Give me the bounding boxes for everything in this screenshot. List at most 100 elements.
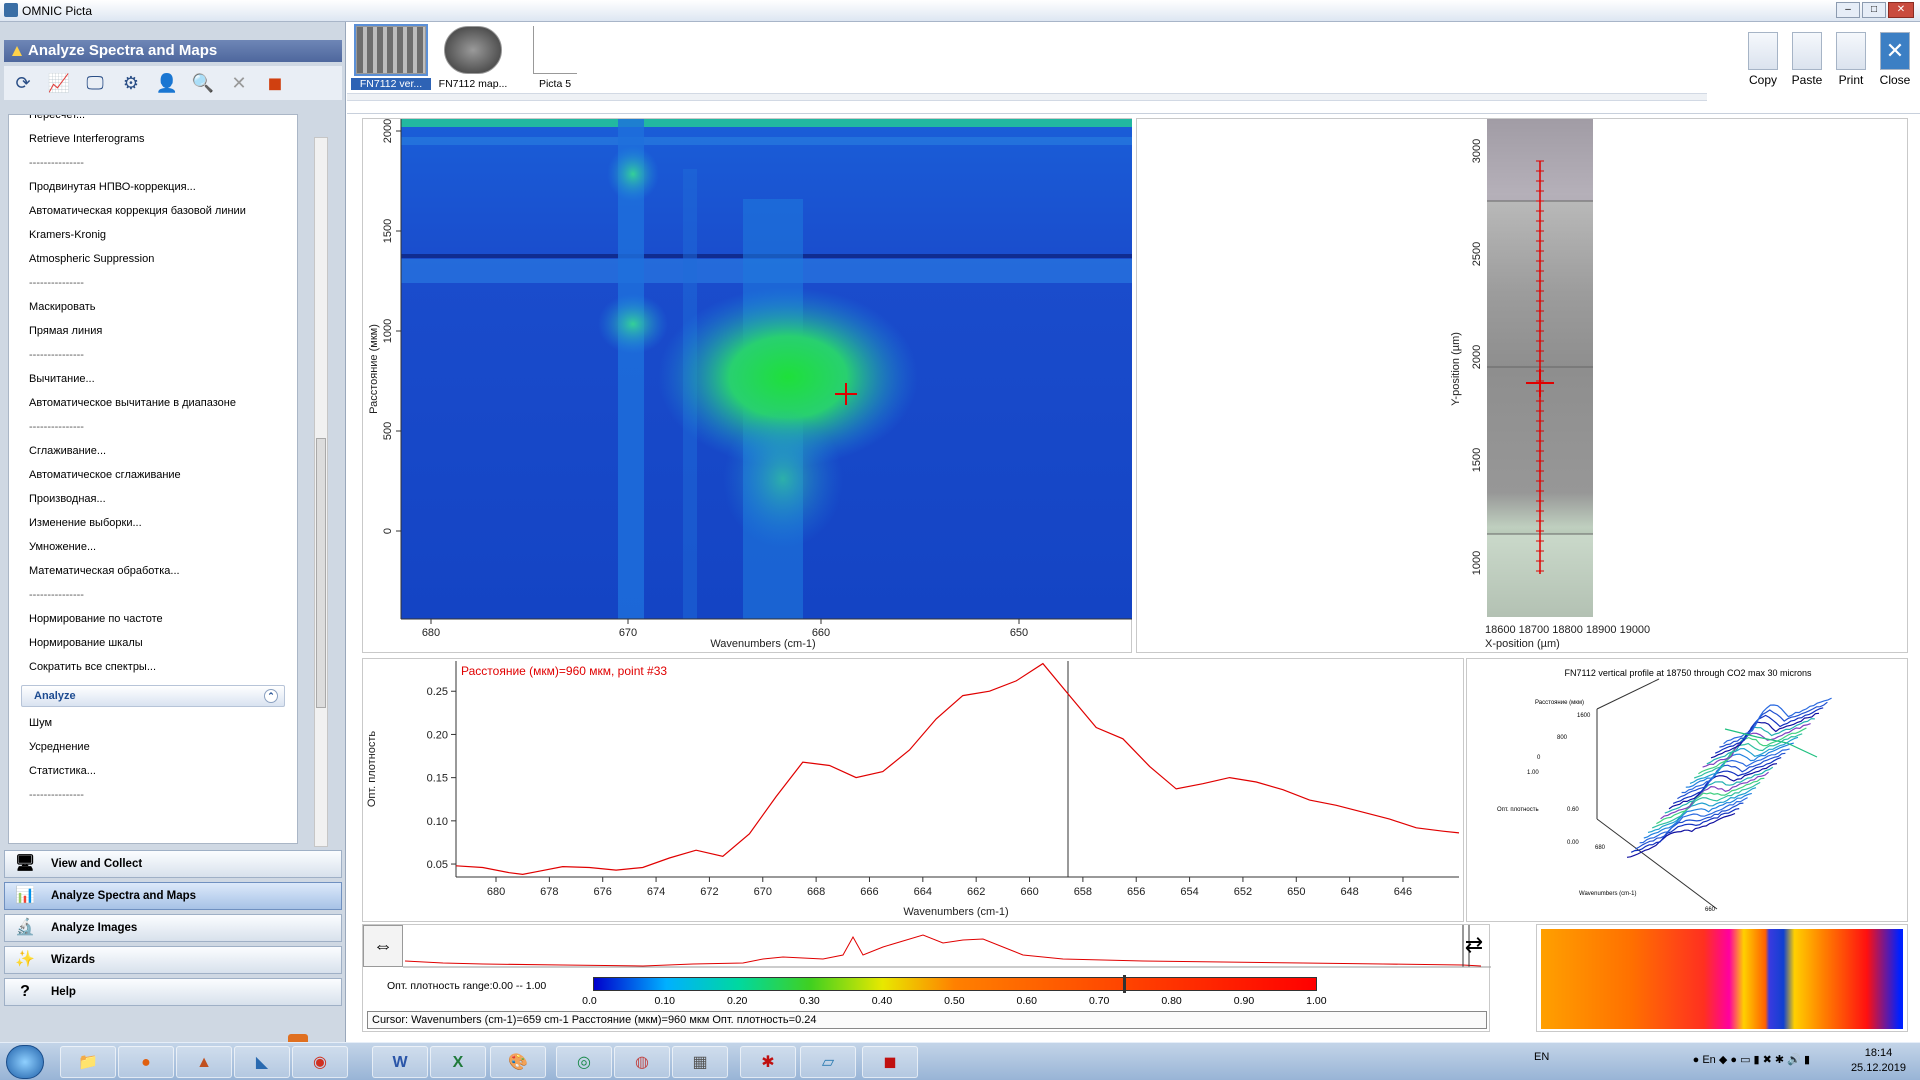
collapse-chevron-icon[interactable]: ⌃	[264, 689, 278, 703]
command-item[interactable]: Kramers-Kronig	[9, 223, 297, 247]
command-list: Пересчет... Retrieve Interferograms ------…	[8, 114, 298, 844]
spectrum-panel[interactable]: 0.25 0.20 0.15 0.10 0.05 680 678 676 674 672 670 6…	[362, 658, 1464, 922]
app-icon-chart[interactable]: ◣	[234, 1046, 290, 1078]
monitor-icon: 🖥	[13, 853, 37, 875]
colorbar-tick-label: 0.50	[944, 995, 964, 1007]
paint-icon[interactable]: 🎨	[490, 1046, 546, 1078]
command-item[interactable]: Усреднение	[9, 735, 297, 759]
image-panel[interactable]: 3000 2500 2000 1500 1000 Y-position (µm) 186…	[1136, 118, 1908, 653]
close-window-button[interactable]: ✕	[1888, 2, 1914, 18]
command-item[interactable]: Нормирование шкалы	[9, 631, 297, 655]
colorbar-handle[interactable]	[1123, 975, 1126, 993]
image-x-ticks: 18600 18700 18800 18900 19000	[1485, 624, 1650, 636]
start-button[interactable]	[6, 1045, 44, 1079]
map-x-tick-label: 680	[422, 627, 440, 639]
refresh-icon[interactable]: ⟳	[8, 69, 38, 97]
scrollbar-thumb[interactable]	[316, 438, 326, 708]
command-item[interactable]: Производная...	[9, 487, 297, 511]
search-icon[interactable]: 🔍	[188, 69, 218, 97]
command-item[interactable]: Atmospheric Suppression	[9, 247, 297, 271]
colorbar-tick-label: 0.90	[1234, 995, 1254, 1007]
spectrum-y-tick-label: 0.20	[427, 729, 448, 741]
command-list-scrollbar[interactable]	[314, 137, 328, 847]
close-doc-button[interactable]: ✕ Close	[1875, 32, 1915, 87]
command-item[interactable]: Сократить все спектры...	[9, 655, 297, 679]
app-icon-doc[interactable]: ▱	[800, 1046, 856, 1078]
map-hotspot	[723, 409, 843, 549]
copy-button[interactable]: Copy	[1743, 32, 1783, 87]
word-icon[interactable]: W	[372, 1046, 428, 1078]
command-item[interactable]: Шум	[9, 711, 297, 735]
icd-icon[interactable]: ◎	[556, 1046, 612, 1078]
command-item[interactable]: Маскировать	[9, 295, 297, 319]
spectrum-annotation: Расстояние (мкм)=960 мкм, point #33	[461, 664, 667, 678]
user-icon[interactable]: 👤	[152, 69, 182, 97]
image-y-tick-label: 2000	[1471, 345, 1483, 369]
thumb-picta[interactable]: Picta 5	[515, 26, 595, 90]
paste-button[interactable]: Paste	[1787, 32, 1827, 87]
plot3d-label: 660	[1705, 907, 1716, 913]
settings-icon[interactable]: ⚙	[116, 69, 146, 97]
nav-view-and-collect[interactable]: 🖥 View and Collect	[4, 850, 342, 878]
command-item[interactable]: Умножение...	[9, 535, 297, 559]
plot3d-label: 0.60	[1567, 807, 1579, 813]
firefox-icon[interactable]: ●	[118, 1046, 174, 1078]
nav-label: Analyze Spectra and Maps	[51, 890, 196, 902]
command-item[interactable]: Retrieve Interferograms	[9, 127, 297, 151]
command-item[interactable]: Вычитание...	[9, 367, 297, 391]
maximize-button[interactable]: □	[1862, 2, 1886, 18]
command-item[interactable]: Изменение выборки...	[9, 511, 297, 535]
nav-help[interactable]: ? Help	[4, 978, 342, 1006]
heatmap-thumbnail[interactable]	[1536, 924, 1908, 1032]
thumb-map[interactable]: FN7112 map...	[433, 26, 513, 90]
plot3d-panel[interactable]: FN7112 vertical profile at 18750 through…	[1466, 658, 1908, 922]
command-item[interactable]: Автоматическая коррекция базовой линии	[9, 199, 297, 223]
chrome-icon[interactable]: ◉	[292, 1046, 348, 1078]
print-label: Print	[1839, 73, 1864, 87]
group-analyze[interactable]: Analyze ⌃	[21, 685, 285, 707]
display-icon[interactable]: 🖵	[80, 69, 110, 97]
command-item[interactable]: Автоматическое сглаживание	[9, 463, 297, 487]
app-icon-round[interactable]: ◍	[614, 1046, 670, 1078]
command-item[interactable]: Прямая линия	[9, 319, 297, 343]
close-label: Close	[1880, 73, 1911, 87]
thumb-profile[interactable]: FN7112 ver...	[351, 26, 431, 90]
colorbar-tick-label: 0.0	[582, 995, 597, 1007]
tray-icons[interactable]: ● En ◆ ● ▭ ▮ ✖ ✱ 🔊 ▮	[1693, 1053, 1810, 1066]
command-item[interactable]: Пересчет...	[9, 114, 297, 127]
command-item[interactable]: Продвинутая НПВО-коррекция...	[9, 175, 297, 199]
command-item[interactable]: Математическая обработка...	[9, 559, 297, 583]
image-y-tick-label: 1500	[1471, 448, 1483, 472]
overview-colorbar-panel[interactable]: ⇔ ⇄ Опт. плотность range:0.00 -- 1.00 0.…	[362, 924, 1490, 1032]
language-indicator[interactable]: EN	[1534, 1051, 1549, 1063]
print-button[interactable]: Print	[1831, 32, 1871, 87]
command-item[interactable]: Статистика...	[9, 759, 297, 783]
strip-scrollbar[interactable]	[347, 93, 1707, 101]
command-item[interactable]: Автоматическое вычитание в диапазоне	[9, 391, 297, 415]
panel-toolbar: ⟳ 📈 🖵 ⚙ 👤 🔍 ✕ ◼	[4, 66, 342, 100]
nav-wizards[interactable]: ✨ Wizards	[4, 946, 342, 974]
wand-icon: ✨	[13, 949, 37, 971]
spectra-icon[interactable]: 📈	[44, 69, 74, 97]
file-explorer-icon[interactable]: 📁	[60, 1046, 116, 1078]
map-panel[interactable]: 2000 1500 1000 500 0 680 670 660 650 Wavenumber…	[362, 118, 1132, 653]
palette-icon[interactable]: ◼	[260, 69, 290, 97]
pdf-icon[interactable]: ◼	[862, 1046, 918, 1078]
excel-icon[interactable]: X	[430, 1046, 486, 1078]
calculator-icon[interactable]: ▦	[672, 1046, 728, 1078]
minimize-button[interactable]: –	[1836, 2, 1860, 18]
image-y-ticks: 30002500200015001000	[1471, 139, 1483, 575]
omnic-icon[interactable]: ▲	[176, 1046, 232, 1078]
nav-analyze-spectra[interactable]: 📊 Analyze Spectra and Maps	[4, 882, 342, 910]
colorbar-tick-label: 0.60	[1017, 995, 1037, 1007]
command-item[interactable]: Нормирование по частоте	[9, 607, 297, 631]
delete-icon[interactable]: ✕	[224, 69, 254, 97]
plot3d-label: 800	[1557, 735, 1568, 741]
colorbar[interactable]	[593, 977, 1317, 991]
spectrum-y-tick-label: 0.05	[427, 859, 448, 871]
scroll-arrows-icon[interactable]: ⇄	[1459, 927, 1489, 963]
molecule-icon[interactable]: ✱	[740, 1046, 796, 1078]
command-item[interactable]: Сглаживание...	[9, 439, 297, 463]
clock[interactable]: 18:14 25.12.2019	[1851, 1046, 1906, 1076]
nav-analyze-images[interactable]: 🔬 Analyze Images	[4, 914, 342, 942]
